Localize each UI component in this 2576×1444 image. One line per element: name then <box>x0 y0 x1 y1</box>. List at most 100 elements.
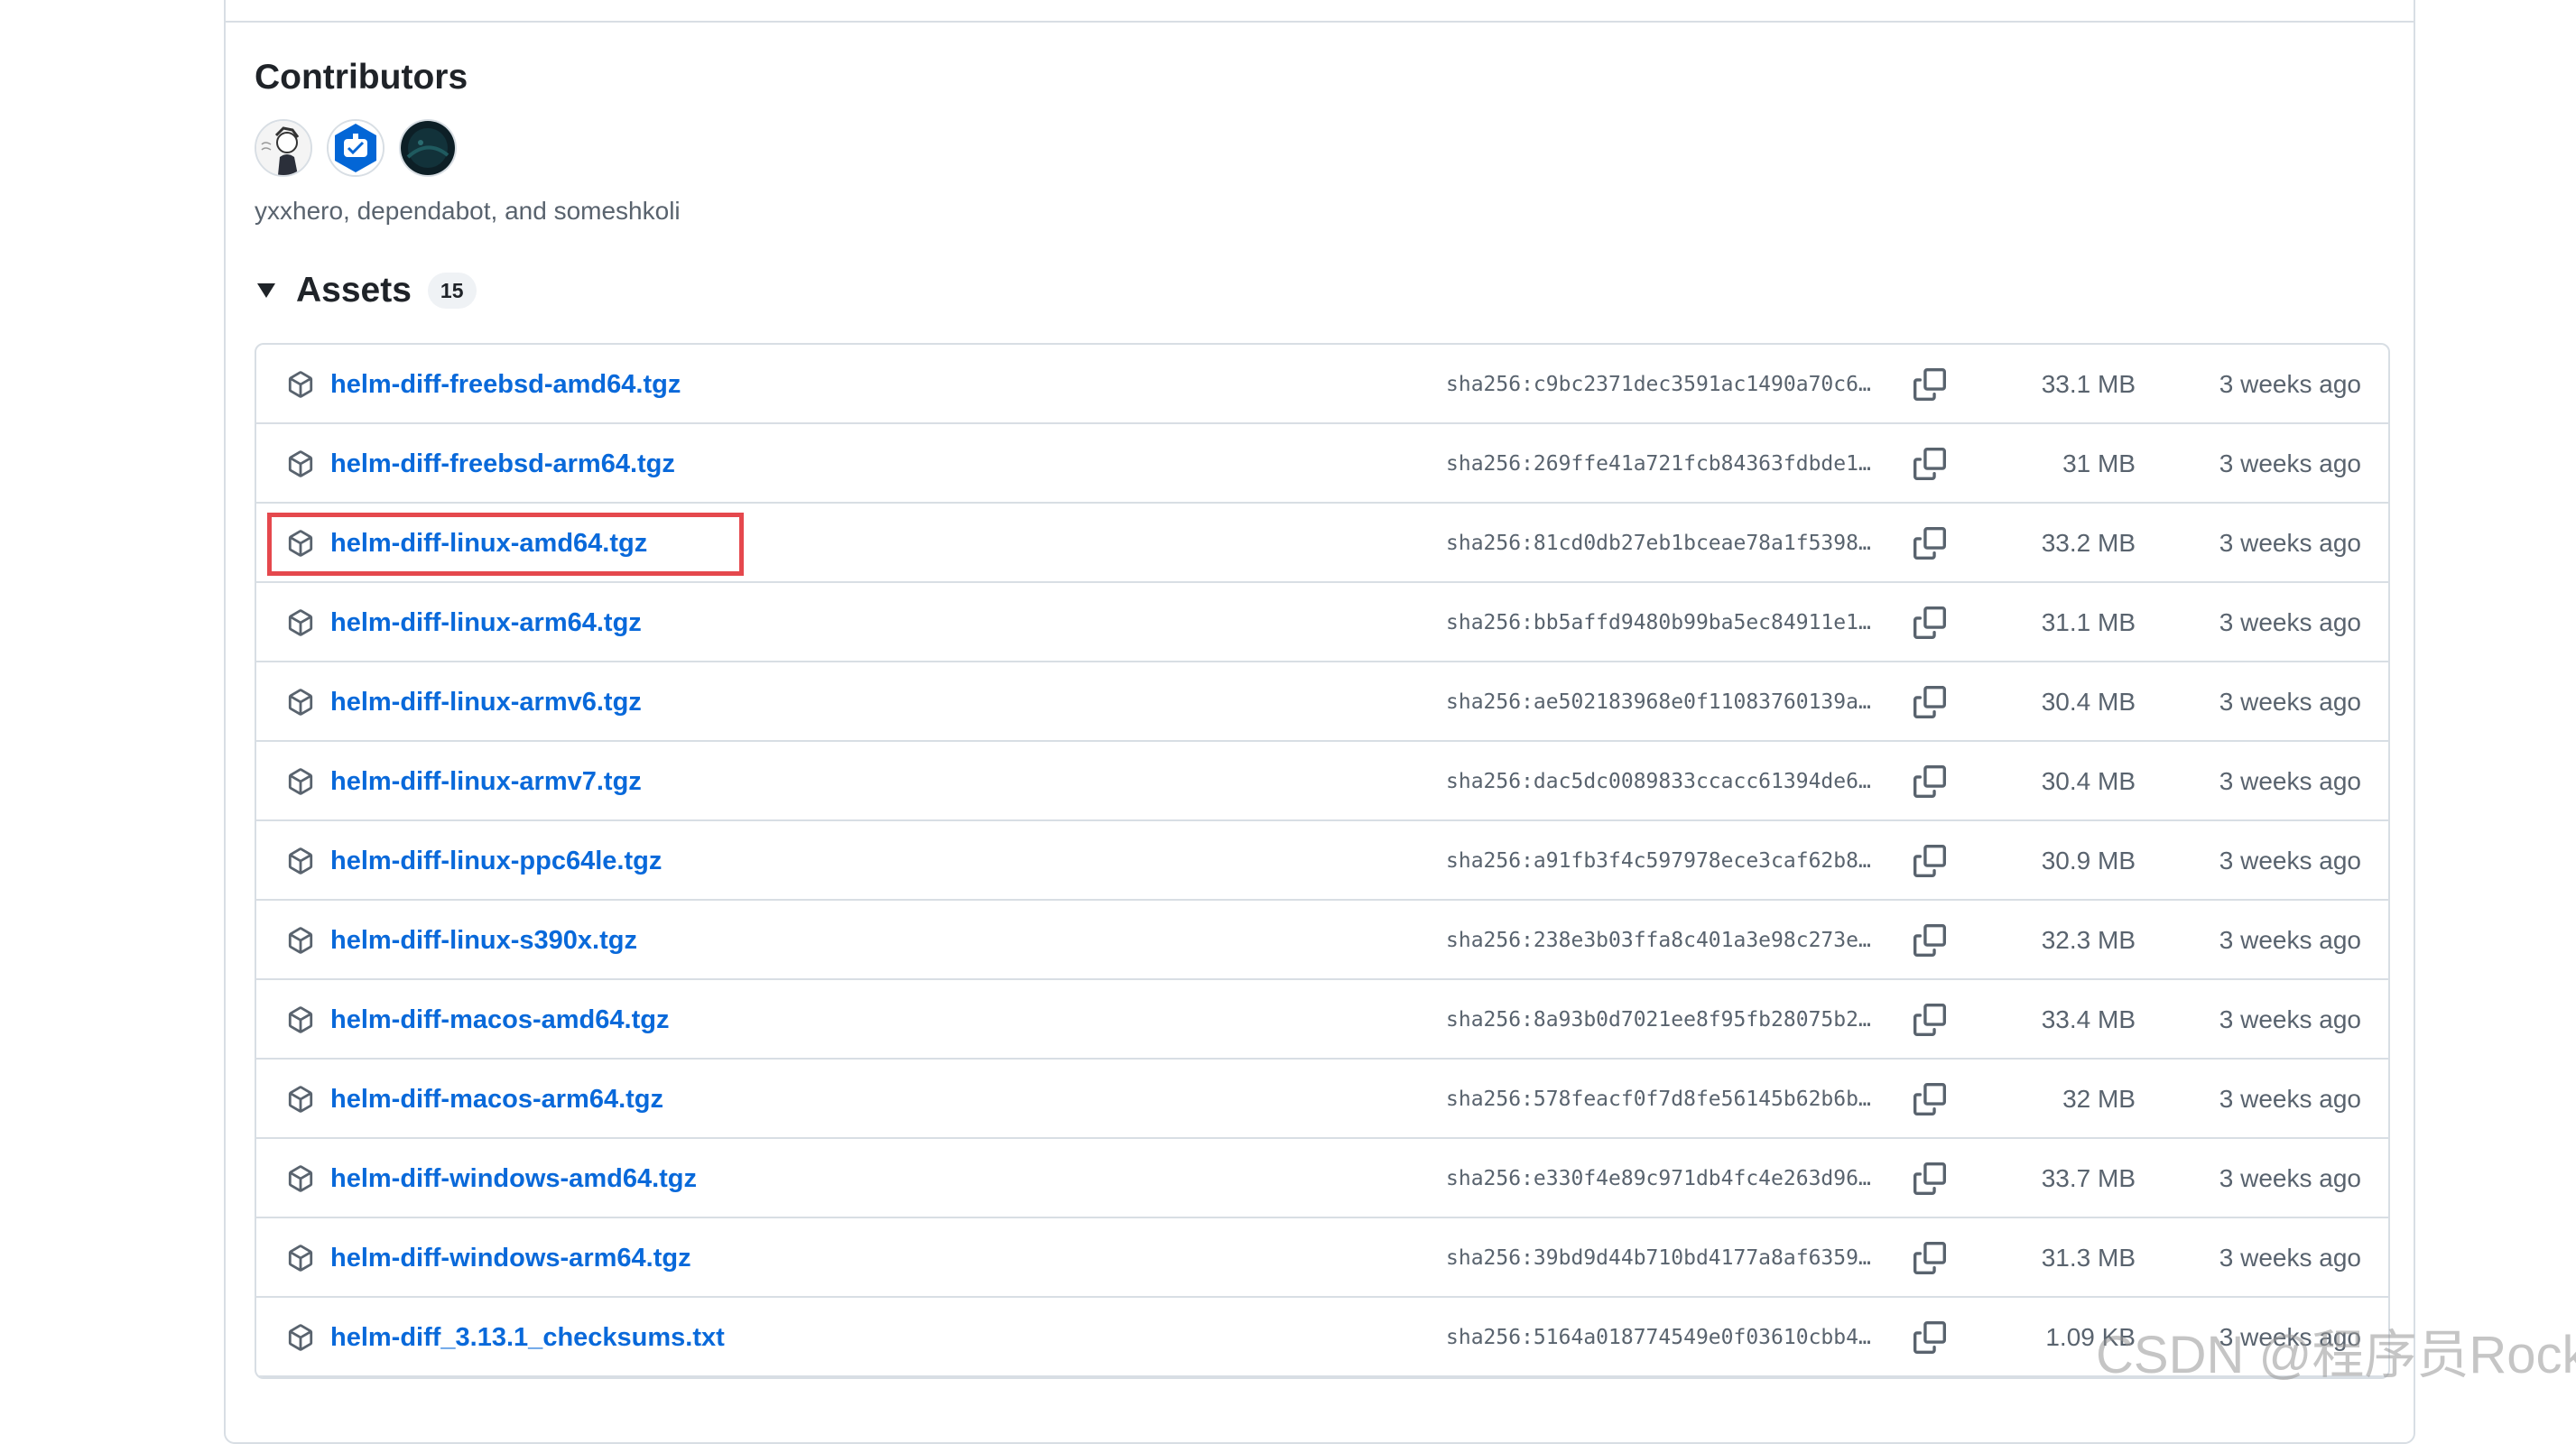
assets-toggle[interactable]: Assets 15 <box>255 271 477 310</box>
asset-size: 30.4 MB <box>2041 688 2136 716</box>
asset-updated-time: 3 weeks ago <box>2219 1164 2361 1192</box>
package-icon <box>287 1006 314 1033</box>
asset-download-link[interactable]: helm-diff-windows-arm64.tgz <box>330 1218 691 1298</box>
asset-row: helm-diff_3.13.1_checksums.txt sha256:516… <box>256 1298 2388 1377</box>
asset-updated-time: 3 weeks ago <box>2219 1005 2361 1033</box>
asset-sha256: sha256:dac5dc0089833ccacc61394de6… <box>1446 770 1871 793</box>
asset-row: helm-diff-linux-ppc64le.tgz sha256:a91fb3… <box>256 821 2388 901</box>
package-icon <box>287 1165 314 1192</box>
asset-size: 33.2 MB <box>2041 529 2136 557</box>
asset-download-link[interactable]: helm-diff_3.13.1_checksums.txt <box>330 1298 725 1377</box>
package-icon <box>287 371 314 398</box>
asset-updated-time: 3 weeks ago <box>2219 1085 2361 1113</box>
copy-icon[interactable] <box>1913 1242 1946 1274</box>
asset-row: helm-diff-linux-armv7.tgz sha256:dac5dc00… <box>256 742 2388 821</box>
copy-icon[interactable] <box>1913 765 1946 798</box>
asset-sha256: sha256:e330f4e89c971db4fc4e263d96… <box>1446 1167 1871 1190</box>
copy-icon[interactable] <box>1913 845 1946 877</box>
package-icon <box>287 530 314 557</box>
package-icon <box>287 1245 314 1272</box>
asset-download-link[interactable]: helm-diff-freebsd-arm64.tgz <box>330 424 675 504</box>
copy-icon[interactable] <box>1913 924 1946 957</box>
assets-count-badge: 15 <box>427 273 477 309</box>
copy-icon[interactable] <box>1913 1083 1946 1115</box>
asset-sha256: sha256:238e3b03ffa8c401a3e98c273e… <box>1446 929 1871 952</box>
asset-row: helm-diff-linux-amd64.tgz sha256:81cd0db2… <box>256 504 2388 583</box>
card-divider <box>226 21 2415 23</box>
asset-row: helm-diff-windows-amd64.tgz sha256:e330f4… <box>256 1139 2388 1218</box>
asset-download-link[interactable]: helm-diff-freebsd-amd64.tgz <box>330 345 681 424</box>
asset-size: 1.09 KB <box>2045 1323 2136 1351</box>
asset-size: 33.7 MB <box>2041 1164 2136 1192</box>
asset-size: 33.4 MB <box>2041 1005 2136 1033</box>
asset-sha256: sha256:bb5affd9480b99ba5ec84911e1… <box>1446 611 1871 634</box>
copy-icon[interactable] <box>1913 606 1946 639</box>
asset-sha256: sha256:8a93b0d7021ee8f95fb28075b2… <box>1446 1008 1871 1032</box>
asset-row: helm-diff-linux-s390x.tgz sha256:238e3b03… <box>256 901 2388 980</box>
asset-size: 31 MB <box>2062 449 2136 477</box>
asset-download-link[interactable]: helm-diff-linux-amd64.tgz <box>330 504 647 583</box>
package-icon <box>287 689 314 716</box>
contributor-avatars <box>255 119 457 177</box>
asset-updated-time: 3 weeks ago <box>2219 926 2361 954</box>
avatar-yxxhero[interactable] <box>255 119 312 177</box>
asset-download-link[interactable]: helm-diff-macos-amd64.tgz <box>330 980 669 1060</box>
asset-updated-time: 3 weeks ago <box>2219 449 2361 477</box>
asset-row: helm-diff-linux-arm64.tgz sha256:bb5affd9… <box>256 583 2388 662</box>
asset-sha256: sha256:5164a018774549e0f03610cbb4… <box>1446 1326 1871 1349</box>
asset-sha256: sha256:c9bc2371dec3591ac1490a70c6… <box>1446 373 1871 396</box>
asset-updated-time: 3 weeks ago <box>2219 529 2361 557</box>
asset-updated-time: 3 weeks ago <box>2219 608 2361 636</box>
asset-sha256: sha256:a91fb3f4c597978ece3caf62b8… <box>1446 849 1871 873</box>
asset-updated-time: 3 weeks ago <box>2219 688 2361 716</box>
asset-row: helm-diff-freebsd-amd64.tgz sha256:c9bc23… <box>256 345 2388 424</box>
asset-download-link[interactable]: helm-diff-linux-armv7.tgz <box>330 742 642 821</box>
copy-icon[interactable] <box>1913 1162 1946 1195</box>
contributors-heading: Contributors <box>255 58 468 97</box>
asset-row: helm-diff-macos-arm64.tgz sha256:578feacf… <box>256 1060 2388 1139</box>
copy-icon[interactable] <box>1913 1321 1946 1354</box>
asset-sha256: sha256:ae502183968e0f11083760139a… <box>1446 690 1871 714</box>
avatar-someshkoli[interactable] <box>399 119 457 177</box>
asset-sha256: sha256:81cd0db27eb1bceae78a1f5398… <box>1446 532 1871 555</box>
asset-download-link[interactable]: helm-diff-linux-ppc64le.tgz <box>330 821 662 901</box>
asset-row: helm-diff-freebsd-arm64.tgz sha256:269ffe… <box>256 424 2388 504</box>
asset-size: 32 MB <box>2062 1085 2136 1113</box>
asset-sha256: sha256:39bd9d44b710bd4177a8af6359… <box>1446 1246 1871 1270</box>
asset-size: 30.4 MB <box>2041 767 2136 795</box>
asset-row: helm-diff-windows-arm64.tgz sha256:39bd9d… <box>256 1218 2388 1298</box>
assets-heading: Assets <box>296 271 412 310</box>
package-icon <box>287 1324 314 1351</box>
avatar-dependabot[interactable] <box>327 119 385 177</box>
asset-download-link[interactable]: helm-diff-linux-arm64.tgz <box>330 583 642 662</box>
asset-row: helm-diff-macos-amd64.tgz sha256:8a93b0d7… <box>256 980 2388 1060</box>
asset-sha256: sha256:269ffe41a721fcb84363fdbde1… <box>1446 452 1871 476</box>
package-icon <box>287 1086 314 1113</box>
copy-icon[interactable] <box>1913 448 1946 480</box>
asset-size: 33.1 MB <box>2041 370 2136 398</box>
caret-down-icon <box>255 279 278 302</box>
asset-row: helm-diff-linux-armv6.tgz sha256:ae502183… <box>256 662 2388 742</box>
asset-download-link[interactable]: helm-diff-windows-amd64.tgz <box>330 1139 697 1218</box>
assets-list: helm-diff-freebsd-amd64.tgz sha256:c9bc23… <box>255 343 2390 1379</box>
asset-size: 32.3 MB <box>2041 926 2136 954</box>
asset-size: 31.3 MB <box>2041 1244 2136 1272</box>
package-icon <box>287 927 314 954</box>
asset-sha256: sha256:578feacf0f7d8fe56145b62b6b… <box>1446 1088 1871 1111</box>
copy-icon[interactable] <box>1913 368 1946 401</box>
asset-updated-time: 3 weeks ago <box>2219 370 2361 398</box>
asset-download-link[interactable]: helm-diff-linux-armv6.tgz <box>330 662 642 742</box>
copy-icon[interactable] <box>1913 686 1946 718</box>
asset-size: 31.1 MB <box>2041 608 2136 636</box>
asset-size: 30.9 MB <box>2041 847 2136 875</box>
package-icon <box>287 847 314 875</box>
package-icon <box>287 450 314 477</box>
asset-download-link[interactable]: helm-diff-macos-arm64.tgz <box>330 1060 663 1139</box>
package-icon <box>287 768 314 795</box>
copy-icon[interactable] <box>1913 527 1946 560</box>
asset-download-link[interactable]: helm-diff-linux-s390x.tgz <box>330 901 637 980</box>
package-icon <box>287 609 314 636</box>
copy-icon[interactable] <box>1913 1004 1946 1036</box>
asset-updated-time: 3 weeks ago <box>2219 1323 2361 1351</box>
contributors-names: yxxhero, dependabot, and someshkoli <box>255 197 681 225</box>
